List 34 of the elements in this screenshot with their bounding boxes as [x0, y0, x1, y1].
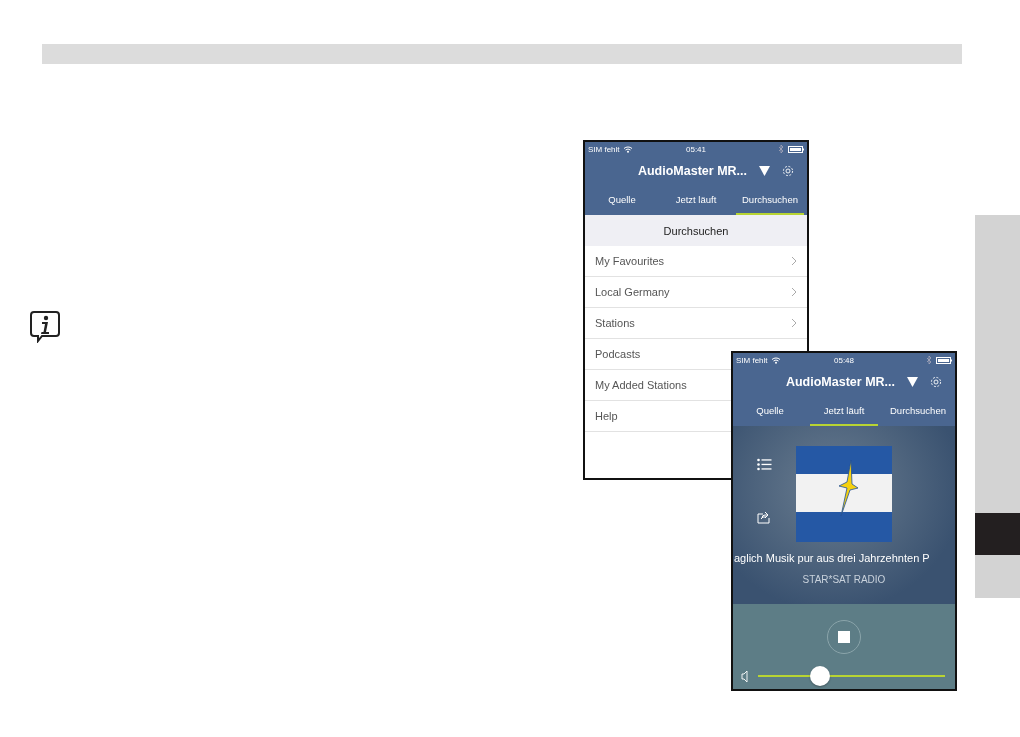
- list-item[interactable]: Stations: [595, 317, 635, 329]
- info-icon: [30, 311, 61, 343]
- tab[interactable]: Quelle: [588, 186, 656, 215]
- tab[interactable]: Quelle: [736, 397, 804, 426]
- carrier-text: SIM fehlt: [736, 355, 768, 365]
- bluetooth-icon: [926, 356, 932, 364]
- battery-icon: [788, 145, 804, 153]
- list-item[interactable]: Podcasts: [595, 348, 641, 360]
- tab[interactable]: Jetzt läuft: [662, 186, 730, 215]
- list-item[interactable]: Local Germany: [595, 286, 670, 298]
- dropdown-triangle-icon: [907, 377, 918, 387]
- station-name: STAR*SAT RADIO: [802, 574, 886, 585]
- list-heading: Durchsuchen: [663, 224, 729, 237]
- share-icon: [757, 509, 770, 524]
- list-icon: [757, 458, 772, 471]
- device-name[interactable]: AudioMaster MR...: [637, 164, 747, 178]
- list-item[interactable]: Help: [595, 410, 618, 422]
- status-time: 05:48: [833, 355, 855, 365]
- device-name[interactable]: AudioMaster MR...: [785, 375, 895, 389]
- battery-icon: [936, 356, 952, 364]
- speaker-icon: [741, 670, 748, 682]
- carrier-text: SIM fehlt: [588, 144, 620, 154]
- slider-thumb[interactable]: [809, 666, 830, 686]
- wifi-icon: [770, 356, 781, 364]
- list-item[interactable]: My Added Stations: [595, 379, 687, 391]
- settings-icon: [930, 376, 942, 388]
- dropdown-triangle-icon: [759, 166, 770, 176]
- wifi-icon: [622, 145, 633, 153]
- station-description: aglich Musik pur aus drei Jahrzehnten P: [733, 552, 930, 564]
- tab[interactable]: Durchsuchen: [884, 397, 952, 426]
- status-time: 05:41: [685, 144, 707, 154]
- list-item[interactable]: My Favourites: [595, 255, 665, 267]
- settings-icon: [782, 165, 794, 177]
- bluetooth-icon: [778, 145, 784, 153]
